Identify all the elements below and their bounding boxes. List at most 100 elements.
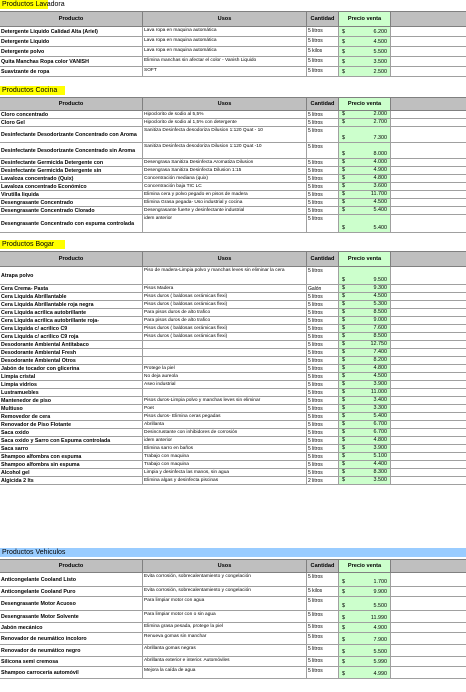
price-value: 4.500: [373, 293, 388, 299]
uses-cell: Para limpiar motor con agua: [143, 597, 307, 610]
quantity-cell: 5 litros: [307, 293, 339, 300]
product-name-cell: Saca oxido: [0, 429, 143, 436]
table-row: Desodorante Ambiental Otros 5 litros $8.20…: [0, 357, 466, 365]
table-row: Limpia cristal No deja aureola 5 litros $4.…: [0, 373, 466, 381]
table-row: Shampoo alfombra sin espuma Trabajo con m…: [0, 461, 466, 469]
table-row: Cera Liquida c/ acrilico C9 Pisos duros (…: [0, 325, 466, 333]
price-cell: $7.600: [339, 325, 391, 332]
table-row: Detergente Liquido Lava ropa en maquina a…: [0, 37, 466, 47]
uses-cell: idem anterior: [143, 437, 307, 444]
product-name-cell: Shampoo alfombra sin espuma: [0, 461, 143, 468]
uses-cell: Para limpiar motor con o sin agua: [143, 611, 307, 622]
price-value: 5.100: [373, 453, 388, 459]
currency-symbol: $: [342, 207, 345, 213]
table-row: Detergente Liquido Calidad Alta (Ariel) L…: [0, 27, 466, 37]
uses-cell: Sanitiza Desinfecta desodoriza Dilusion …: [143, 143, 307, 158]
price-cell: $5.500: [339, 645, 391, 656]
currency-symbol: $: [342, 413, 345, 419]
quantity-cell: 5 litros: [307, 357, 339, 364]
quantity-cell: 5 litros: [307, 405, 339, 412]
price-cell: $5.100: [339, 453, 391, 460]
quantity-cell: 5 litros: [307, 453, 339, 460]
uses-cell: Evita corrosión, sobrecalentamiento y co…: [143, 573, 307, 586]
table-row: Cera Crema- Pasta Pisos Madera Galón $9.300: [0, 285, 466, 293]
quantity-cell: 5 litros: [307, 349, 339, 356]
currency-symbol: $: [342, 461, 345, 467]
uses-cell: Trabajo con maquina: [143, 461, 307, 468]
quantity-cell: 5 litros: [307, 645, 339, 656]
quantity-cell: 5 litros: [307, 421, 339, 428]
product-table: Producto Usos Cantidad Precio venta Anticong…: [0, 559, 466, 679]
product-name-cell: Cera Liquida Abrillantable roja negra: [0, 301, 143, 308]
currency-symbol: $: [342, 301, 345, 307]
price-value: 8.500: [373, 333, 388, 339]
price-cell: $7.400: [339, 349, 391, 356]
quantity-cell: 5 litros: [307, 111, 339, 118]
section-title: Productos Cocina: [0, 86, 65, 95]
product-name-cell: Jabón de tocador con glicerina: [0, 365, 143, 372]
quantity-cell: 5 kilos: [307, 47, 339, 56]
uses-cell: Lava ropa en maquina automática: [143, 47, 307, 56]
product-name-cell: Desodorante Ambiental Otros: [0, 357, 143, 364]
price-cell: $1.700: [339, 573, 391, 586]
price-cell: $5.400: [339, 215, 391, 232]
table-row: Cloro concentrado Hipoclorito de sodio al…: [0, 111, 466, 119]
price-cell: $7.300: [339, 127, 391, 142]
price-cell: $9.000: [339, 317, 391, 324]
uses-cell: [143, 341, 307, 348]
price-cell: $9.500: [339, 267, 391, 284]
uses-cell: SOFT: [143, 67, 307, 76]
product-name-cell: Cera Liquida acrilica autobrillante: [0, 309, 143, 316]
uses-cell: Pisos Madera: [143, 285, 307, 292]
product-name-cell: Detergente Liquido Calidad Alta (Ariel): [0, 27, 143, 36]
product-name-cell: Silicona semi cremosa: [0, 657, 143, 666]
quantity-cell: 5 litros: [307, 325, 339, 332]
quantity-cell: 5 litros: [307, 657, 339, 666]
currency-symbol: $: [342, 69, 345, 75]
product-table: Producto Usos Cantidad Precio venta Detergen…: [0, 11, 466, 77]
column-header: Cantidad: [307, 98, 339, 110]
currency-symbol: $: [342, 421, 345, 427]
price-cell: $8.300: [339, 469, 391, 476]
section-title: Productos Lavadora: [0, 0, 65, 9]
quantity-cell: 5 litros: [307, 341, 339, 348]
price-cell: $11.700: [339, 191, 391, 198]
table-row: Silicona semi cremosa Abrillanta exterior…: [0, 657, 466, 667]
price-cell: $4.500: [339, 373, 391, 380]
currency-symbol: $: [342, 381, 345, 387]
table-row: Desodorante Ambiental Fresh 5 litros $7.40…: [0, 349, 466, 357]
quantity-cell: 5 litros: [307, 469, 339, 476]
price-value: 4.990: [373, 671, 388, 677]
table-row: Desengrasante Concentrado Elimina Grasa p…: [0, 199, 466, 207]
price-cell: $3.500: [339, 477, 391, 484]
price-value: 5.400: [373, 413, 388, 419]
table-row: Shampoo alfombra con espuma Trabajo con m…: [0, 453, 466, 461]
table-header: Producto Usos Cantidad Precio venta: [0, 251, 466, 267]
uses-cell: Elimina manchas sin afectar el color - V…: [143, 57, 307, 66]
price-cell: $4.990: [339, 667, 391, 678]
table-header: Producto Usos Cantidad Precio venta: [0, 559, 466, 573]
quantity-cell: 5 litros: [307, 437, 339, 444]
product-name-cell: Cloro Gel: [0, 119, 143, 126]
product-name-cell: Quita Manchas Ropa color VANISH: [0, 57, 143, 66]
table-row: Saca oxido y Sarro con Espuma controlada…: [0, 437, 466, 445]
currency-symbol: $: [342, 429, 345, 435]
product-table: Producto Usos Cantidad Precio venta Cloro co…: [0, 97, 466, 233]
uses-cell: Para pisos duros de alto trafico: [143, 309, 307, 316]
product-name-cell: Algicida 2 lts: [0, 477, 143, 484]
uses-cell: Trabajo con maquina: [143, 453, 307, 460]
quantity-cell: 5 litros: [307, 159, 339, 166]
product-name-cell: Multiuso: [0, 405, 143, 412]
price-value: 4.500: [373, 39, 388, 45]
currency-symbol: $: [342, 615, 345, 621]
uses-cell: Desengrasa Sanitiza Desinfecta Dilusion …: [143, 167, 307, 174]
quantity-cell: 5 litros: [307, 389, 339, 396]
table-row: Jabón de tocador con glicerina Protege la…: [0, 365, 466, 373]
price-value: 5.400: [373, 225, 388, 231]
currency-symbol: $: [342, 349, 345, 355]
price-cell: $4.900: [339, 623, 391, 632]
currency-symbol: $: [342, 191, 345, 197]
product-name-cell: Desengrasante Concentrado Clorado: [0, 207, 143, 214]
price-value: 12.750: [370, 341, 388, 347]
uses-cell: idem anterior: [143, 215, 307, 232]
